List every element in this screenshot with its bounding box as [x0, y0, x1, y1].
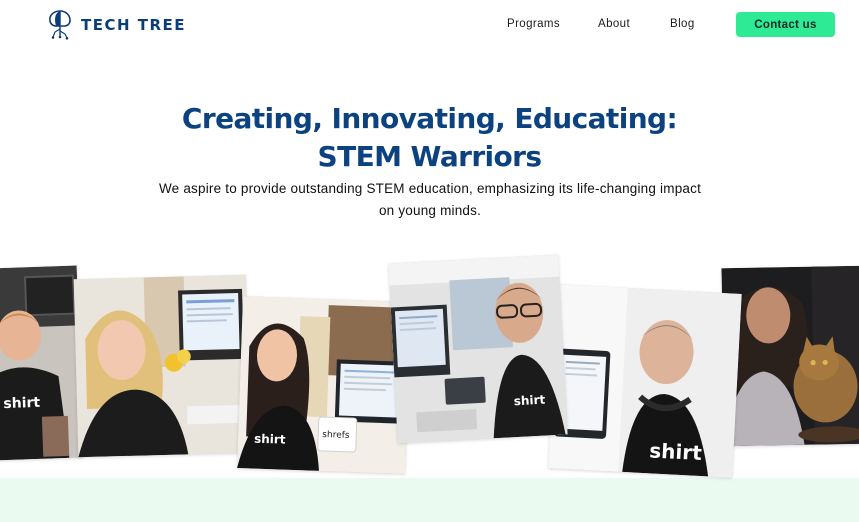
hero-subtitle-line2: on young minds. [378, 203, 482, 218]
hero-subtitle: We aspire to provide outstanding STEM ed… [120, 178, 740, 222]
shirt-logo-text: shirt [649, 438, 703, 465]
contact-us-button[interactable]: Contact us [736, 12, 835, 37]
site-header: TECH TREE Programs About Blog Contact us [0, 0, 859, 50]
shirt-logo-text: shirt [513, 393, 545, 409]
hero-title: Creating, Innovating, Educating: STEM Wa… [0, 100, 859, 176]
brand-name: TECH TREE [81, 16, 187, 34]
team-photo-4: shirt [388, 254, 568, 444]
nav-link-blog[interactable]: Blog [670, 18, 695, 30]
nav-link-about[interactable]: About [598, 18, 630, 30]
team-photo-collage: shirt shirt shrefs shirt shirt [0, 245, 859, 480]
next-section-band [0, 478, 859, 522]
page: TECH TREE Programs About Blog Contact us… [0, 0, 859, 522]
hero-title-line1: Creating, Innovating, Educating: [181, 102, 678, 135]
team-photo-3: shirt shrefs [237, 296, 411, 474]
mug-logo-text: shrefs [322, 430, 350, 441]
tree-chip-logo-icon [49, 10, 71, 40]
hero-title-line2: STEM Warriors [317, 140, 543, 173]
shirt-logo-text: shirt [254, 432, 286, 447]
hero-subtitle-line1: We aspire to provide outstanding STEM ed… [158, 181, 702, 196]
team-photo-6 [721, 265, 859, 447]
brand-logo[interactable]: TECH TREE [47, 10, 186, 40]
team-photo-2 [73, 274, 251, 458]
team-photo-1: shirt [0, 265, 84, 461]
team-photo-5: shirt [548, 284, 742, 478]
nav-link-programs[interactable]: Programs [507, 18, 560, 30]
shirt-logo-text: shirt [3, 395, 41, 412]
